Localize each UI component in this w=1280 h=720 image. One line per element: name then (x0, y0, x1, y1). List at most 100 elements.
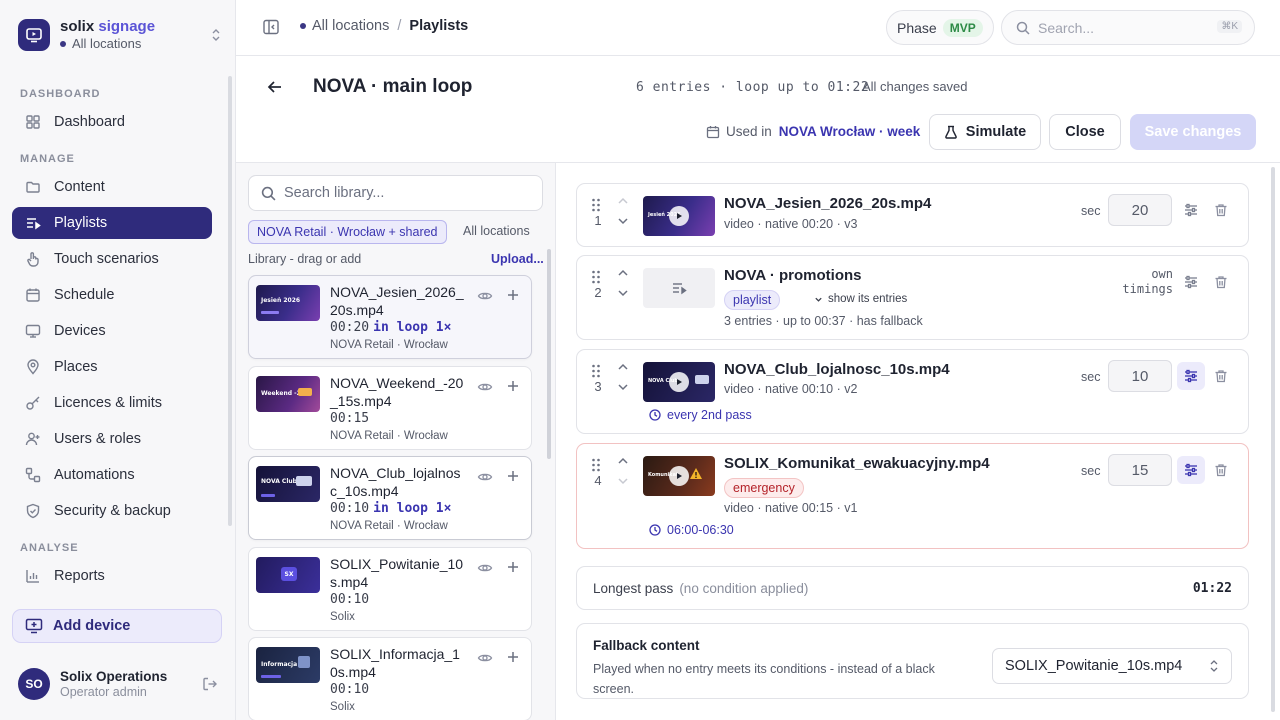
move-up-icon[interactable] (617, 196, 629, 206)
back-arrow-icon[interactable] (266, 78, 284, 96)
library-item[interactable]: NOVA Club NOVA_Club_lojalnosc_10s.mp4 00… (248, 456, 532, 540)
library-item[interactable]: Jesień 2026 NOVA_Jesien_2026_20s.mp4 00:… (248, 275, 532, 359)
playlist-entry[interactable]: 4 Komunikat SOLIX_Komunikat_ewakuacyjny.… (576, 443, 1249, 549)
save-changes-button[interactable]: Save changes (1130, 114, 1256, 150)
playlist-entry[interactable]: 1 Jesień 2026 NOVA_Jesien_2026_20s.mp4 v… (576, 183, 1249, 247)
trash-icon[interactable] (1214, 369, 1228, 383)
add-plus-icon[interactable] (506, 650, 520, 664)
sidebar-item-dashboard[interactable]: Dashboard (12, 106, 212, 138)
phase-value: MVP (942, 18, 983, 37)
trash-icon[interactable] (1214, 463, 1228, 477)
location-dot-icon (300, 23, 306, 29)
sidebar-item-schedule[interactable]: Schedule (12, 279, 212, 311)
logout-icon[interactable] (202, 676, 218, 692)
preview-eye-icon[interactable] (477, 560, 493, 576)
playlist-entry[interactable]: 2 NOVA · promotions playlist show its en… (576, 255, 1249, 340)
thumbnail[interactable]: NOVA Club (643, 362, 715, 402)
trash-icon[interactable] (1214, 275, 1228, 289)
map-pin-icon (24, 358, 42, 376)
sidebar-item-automations[interactable]: Automations (12, 459, 212, 491)
playlist-entry[interactable]: 3 NOVA Club NOVA_Club_lojalnosc_10s.mp4 … (576, 349, 1249, 434)
move-down-icon[interactable] (617, 288, 629, 298)
drag-handle-icon[interactable] (591, 364, 601, 378)
sliders-icon[interactable] (1177, 268, 1205, 296)
thumbnail[interactable]: Jesień 2026 (643, 196, 715, 236)
phase-badge[interactable]: Phase MVP (886, 10, 994, 45)
move-down-icon[interactable] (617, 476, 629, 486)
longest-pass-summary: Longest pass (no condition applied) 01:22 (576, 566, 1249, 610)
library-item[interactable]: Weekend -20% NOVA_Weekend_-20_15s.mp4 00… (248, 366, 532, 450)
upload-link[interactable]: Upload... (491, 252, 544, 266)
monitor-icon (24, 322, 42, 340)
brand-switcher[interactable]: solix signage All locations (18, 18, 222, 51)
global-search[interactable]: ⌘K (1001, 10, 1255, 45)
move-down-icon[interactable] (617, 382, 629, 392)
library-scrollbar[interactable] (547, 249, 551, 459)
brand-logo-icon (18, 18, 50, 51)
sidebar-item-playlists[interactable]: Playlists (12, 207, 212, 239)
breadcrumb-current: Playlists (409, 18, 469, 34)
add-plus-icon[interactable] (506, 560, 520, 574)
simulate-button[interactable]: Simulate (929, 114, 1041, 150)
entry-condition[interactable]: every 2nd pass (649, 408, 752, 422)
library-item[interactable]: Informacja SOLIX_Informacja_10s.mp4 00:1… (248, 637, 532, 720)
sidebar-item-places[interactable]: Places (12, 351, 212, 383)
trash-icon[interactable] (1214, 203, 1228, 217)
preview-eye-icon[interactable] (477, 288, 493, 304)
sidebar-item-security[interactable]: Security & backup (12, 495, 212, 527)
show-entries-toggle[interactable]: show its entries (814, 293, 907, 305)
sidebar-item-licences[interactable]: Licences & limits (12, 387, 212, 419)
add-plus-icon[interactable] (506, 288, 520, 302)
used-in-link[interactable]: NOVA Wrocław · week (779, 124, 921, 139)
sidebar-item-touch-scenarios[interactable]: Touch scenarios (12, 243, 212, 275)
sidebar-item-devices[interactable]: Devices (12, 315, 212, 347)
move-up-icon[interactable] (617, 456, 629, 466)
search-input[interactable] (1038, 19, 1208, 36)
breadcrumb-root[interactable]: All locations (312, 18, 389, 34)
sliders-icon[interactable] (1177, 362, 1205, 390)
thumbnail[interactable]: Komunikat (643, 456, 715, 496)
filter-chip-active[interactable]: NOVA Retail · Wrocław + shared (248, 220, 447, 244)
library-search[interactable] (248, 175, 543, 211)
add-device-button[interactable]: Add device (12, 609, 222, 643)
preview-eye-icon[interactable] (477, 379, 493, 395)
move-up-icon[interactable] (617, 362, 629, 372)
save-status: All changes saved (862, 79, 968, 94)
sidebar-toggle-icon[interactable] (262, 18, 280, 36)
preview-eye-icon[interactable] (477, 650, 493, 666)
duration-input[interactable]: 10 (1108, 360, 1172, 392)
duration-input[interactable]: 20 (1108, 194, 1172, 226)
used-in: Used in NOVA Wrocław · week (706, 124, 920, 139)
play-icon[interactable] (669, 206, 689, 226)
sliders-icon[interactable] (1177, 196, 1205, 224)
filter-chip-all[interactable]: All locations (463, 224, 530, 238)
brand-name: solix signage (60, 18, 156, 35)
drag-handle-icon[interactable] (591, 198, 601, 212)
entry-condition[interactable]: 06:00-06:30 (649, 523, 734, 537)
flask-icon (944, 125, 958, 139)
sidebar-item-reports[interactable]: Reports (12, 560, 212, 592)
sidebar-item-content[interactable]: Content (12, 171, 212, 203)
fallback-select[interactable]: SOLIX_Powitanie_10s.mp4 (992, 648, 1232, 684)
drag-handle-icon[interactable] (591, 458, 601, 472)
user-name: Solix Operations (60, 669, 168, 684)
library-search-input[interactable] (284, 185, 524, 201)
play-icon[interactable] (669, 372, 689, 392)
entries-scrollbar[interactable] (1271, 167, 1275, 712)
play-icon[interactable] (669, 466, 689, 486)
thumbnail: Jesień 2026 (256, 285, 320, 321)
playlist-icon (643, 268, 715, 308)
sidebar-scrollbar[interactable] (228, 76, 232, 526)
move-up-icon[interactable] (617, 268, 629, 278)
move-down-icon[interactable] (617, 216, 629, 226)
duration-input[interactable]: 15 (1108, 454, 1172, 486)
add-plus-icon[interactable] (506, 379, 520, 393)
preview-eye-icon[interactable] (477, 469, 493, 485)
user-menu[interactable]: SO Solix Operations Operator admin (18, 668, 218, 700)
drag-handle-icon[interactable] (591, 270, 601, 284)
add-plus-icon[interactable] (506, 469, 520, 483)
sliders-icon[interactable] (1177, 456, 1205, 484)
close-button[interactable]: Close (1049, 114, 1121, 150)
sidebar-item-users[interactable]: Users & roles (12, 423, 212, 455)
library-item[interactable]: SX SOLIX_Powitanie_10s.mp4 00:10 Solix (248, 547, 532, 631)
